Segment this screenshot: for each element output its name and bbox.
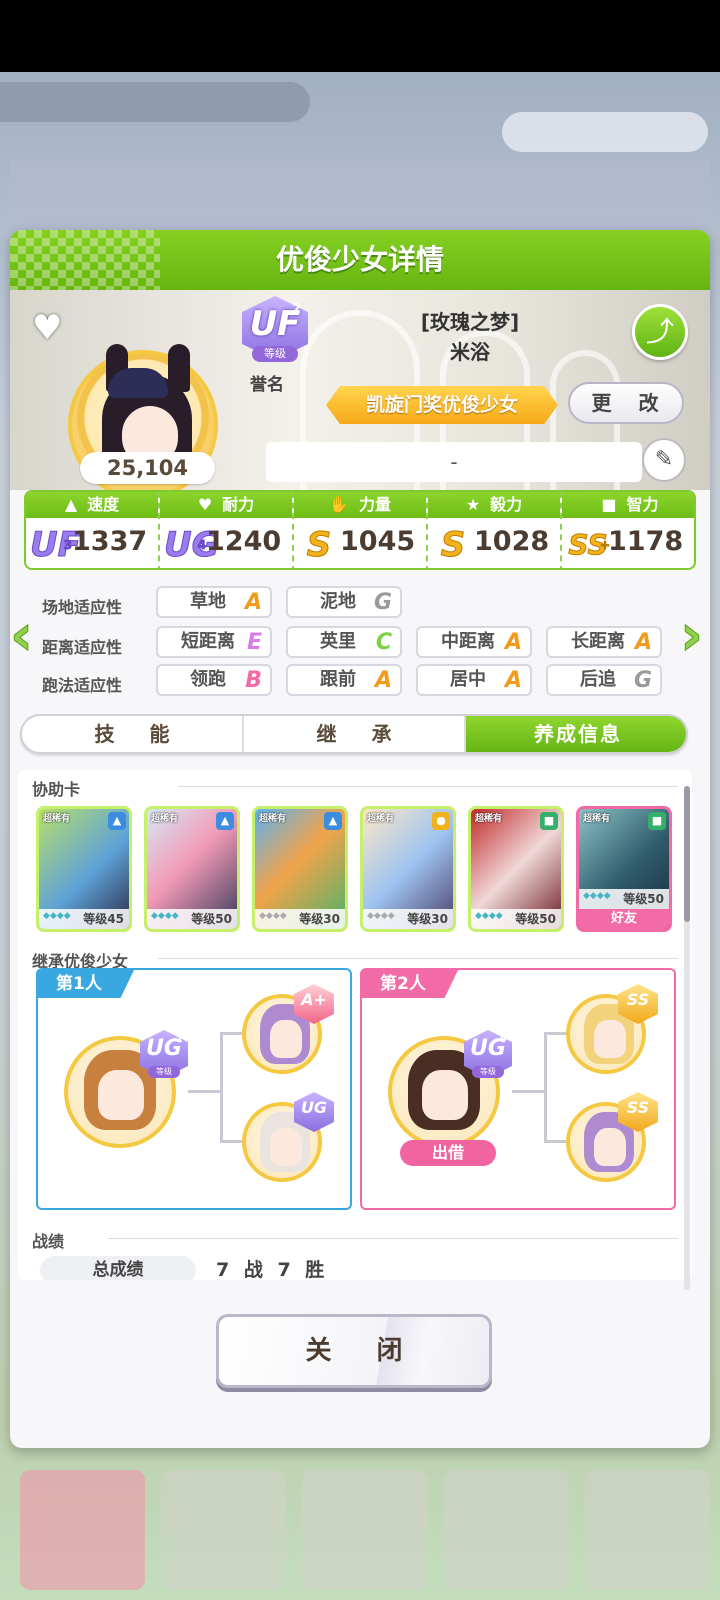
speed-type-icon: ▲ [216,812,234,830]
parent-1-label: 第1人 [38,970,134,998]
training-info-panel: 协助卡 超稀有 ▲ ◆◆◆◆ 等级45 超稀有 ▲ ◆◆◆◆ 等级50 超稀有 ▲ ◆◆◆… [18,770,692,1280]
app-screen: 优俊少女详情 ♥ 25,104 UF 2 等级 誉名 [玫瑰之梦] 米浴 凯旋门… [0,0,720,1600]
support-card[interactable]: 超稀有 ▲ ◆◆◆◆ 等级50 [144,806,240,932]
honor-title-banner: 凯旋门奖优俊少女 [326,386,558,424]
tab-skills[interactable]: 技 能 [22,716,244,752]
rank-badge: UF 2 等级 [238,296,312,366]
edit-comment-button[interactable]: ✎ [642,438,686,482]
grandparent-4-rank-badge: SS [618,1092,658,1132]
scrollbar[interactable] [684,786,690,1290]
tab-training-info[interactable]: 养成信息 [466,716,686,752]
stat-guts: ★ 毅力 S 1028 [428,492,562,568]
parent-2-panel[interactable]: 第2人 UG 9 等级 出借 SS SS [360,968,676,1210]
grandparent-3-rank-badge: SS [618,984,658,1024]
borrow-badge: 出借 [400,1140,496,1166]
uma-name: 米浴 [450,340,490,364]
wisdom-type-icon: ● [432,812,450,830]
stat-wisdom: ■ 智力 SS +1178 [562,492,694,568]
uma-title: [玫瑰之梦] [420,310,520,334]
stat-speed: ▲ 速度 UF 3 1337 [26,492,160,568]
wisdom-type-icon: ■ [648,812,666,830]
scrollbar-thumb[interactable] [684,786,690,922]
aptitude-item: 泥地 G [286,586,402,618]
aptitude-item: 居中 A [416,664,532,696]
support-card[interactable]: 超稀有 ■ ◆◆◆◆ 等级50 [468,806,564,932]
support-card[interactable]: 超稀有 ▲ ◆◆◆◆ 等级45 [36,806,132,932]
support-cards-title: 协助卡 [32,780,81,799]
honor-label: 誉名 [250,375,284,395]
stat-stamina: ♥ 耐力 UG 4 1240 [160,492,294,568]
dialog-header: 优俊少女详情 [10,230,710,290]
stat-power: ✋ 力量 S 1045 [294,492,428,568]
detail-tabs: 技 能 继 承 养成信息 [20,714,688,754]
tab-inherit[interactable]: 继 承 [244,716,466,752]
share-icon: ⤴ [645,315,674,348]
parent-1-panel[interactable]: 第1人 UG 2 等级 A+ UG [36,968,352,1210]
support-card[interactable]: 超稀有 ● ◆◆◆◆ 等级30 [360,806,456,932]
close-button[interactable]: 关 闭 [216,1314,492,1388]
stat-grade: UF 3 [30,525,82,566]
background-name-plate [0,82,310,122]
shoe-icon: ▲ [64,495,78,514]
aptitude-item: 跟前 A [286,664,402,696]
share-button[interactable]: ⤴ [632,304,688,360]
aptitude-item: 领跑 B [156,664,272,696]
style-aptitude-label: 跑法适应性 [42,676,123,695]
uma-detail-dialog: 优俊少女详情 ♥ 25,104 UF 2 等级 誉名 [玫瑰之梦] 米浴 凯旋门… [10,230,710,1448]
carrot-icon: ♥ [32,308,63,348]
change-honor-button[interactable]: 更 改 [568,382,684,424]
distance-aptitude-label: 距离适应性 [42,638,123,657]
stat-grade: SS + [568,528,611,562]
aptitude-item: 短距离 E [156,626,272,658]
heart-icon: ♥ [197,495,213,514]
comment-field[interactable]: - [266,442,642,482]
parent-1-rank-badge: UG 2 等级 [140,1030,188,1078]
grandparent-1-rank-badge: A+ [294,984,334,1024]
background-character-strip [10,160,710,230]
status-bar [0,0,720,72]
background-bottom-nav [20,1470,711,1590]
parent-2-label: 第2人 [362,970,458,998]
aptitude-item: 英里 C [286,626,402,658]
next-arrow-button[interactable]: › [680,607,710,668]
speed-type-icon: ▲ [324,812,342,830]
pencil-icon: ✎ [654,447,674,472]
stamina-type-icon: ■ [540,812,558,830]
profile-section: ♥ 25,104 UF 2 等级 誉名 [玫瑰之梦] 米浴 凯旋门奖优俊少女 更… [10,290,710,490]
track-aptitude-label: 场地适应性 [42,598,123,617]
fan-count: 25,104 [80,452,215,484]
stat-grade: UG 4 [164,525,221,566]
stat-grade: S [306,525,332,566]
aptitude-item: 草地 A [156,586,272,618]
aptitude-item: 长距离 A [546,626,662,658]
support-card[interactable]: 超稀有 ▲ ◆◆◆◆ 等级30 [252,806,348,932]
total-record-label: 总成绩 [40,1256,196,1280]
speed-type-icon: ▲ [108,812,126,830]
graduation-cap-icon: ■ [601,495,617,514]
background-button [502,112,708,152]
aptitude-item: 后追 G [546,664,662,696]
flame-icon: ★ [465,495,481,514]
prev-arrow-button[interactable]: ‹ [10,607,40,668]
dialog-title: 优俊少女详情 [275,243,444,276]
total-record-value: 7 战 7 胜 [216,1259,329,1280]
aptitude-item: 中距离 A [416,626,532,658]
muscle-icon: ✋ [329,495,349,514]
stat-grade: S [440,525,466,566]
record-title: 战绩 [32,1232,65,1251]
parent-2-rank-badge: UG 9 等级 [464,1030,512,1078]
grandparent-2-rank-badge: UG [294,1092,334,1132]
stats-panel: ▲ 速度 UF 3 1337 ♥ 耐力 UG 4 1240 ✋ 力量 S 1045 ★ 毅力 S1… [24,490,696,570]
support-card-friend[interactable]: 超稀有 ■ ◆◆◆◆ 等级50 好友 [576,806,672,932]
